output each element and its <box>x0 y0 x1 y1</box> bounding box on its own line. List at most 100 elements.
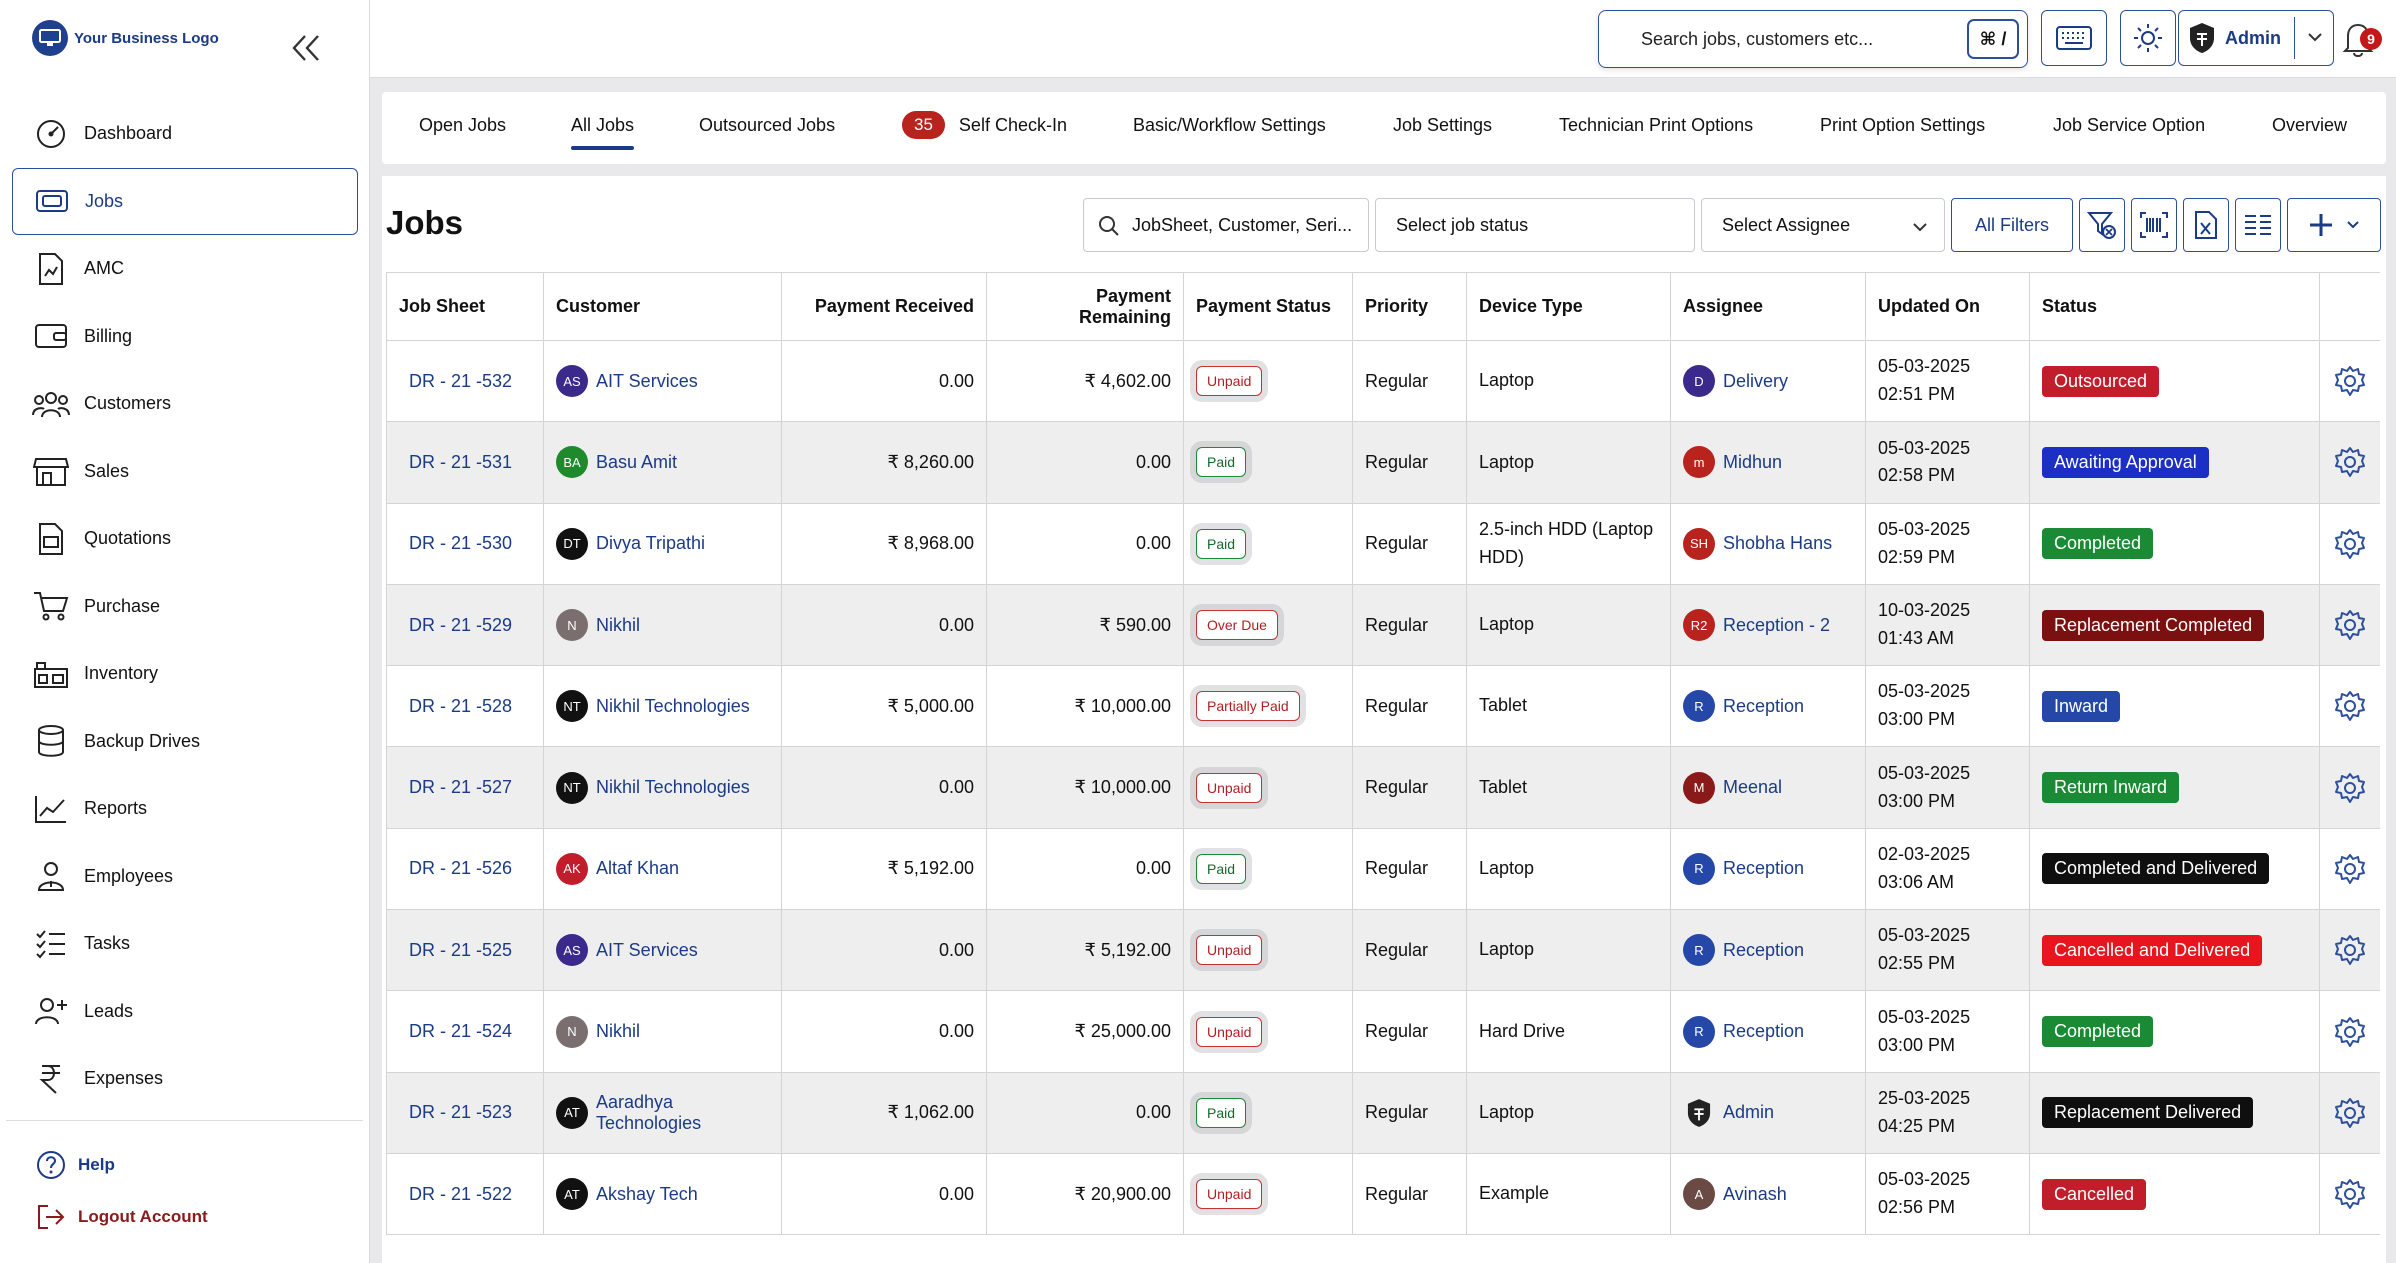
table-row[interactable]: DR - 21 -525 AS AIT Services 0.00 ₹ 5,192… <box>386 909 2380 992</box>
customer-link[interactable]: Altaf Khan <box>596 858 679 879</box>
assignee-link[interactable]: Admin <box>1723 1102 1774 1123</box>
column-toggle-button[interactable] <box>2235 198 2281 252</box>
table-row[interactable]: DR - 21 -531 BA Basu Amit ₹ 8,260.00 0.00… <box>386 421 2380 504</box>
customer-link[interactable]: Nikhil Technologies <box>596 777 750 798</box>
job-sheet-link[interactable]: DR - 21 -525 <box>399 940 512 960</box>
sidebar-item-quotations[interactable]: Quotations <box>0 505 370 573</box>
tab-job-settings[interactable]: Job Settings <box>1393 92 1492 158</box>
notifications-button[interactable]: 9 <box>2340 20 2382 60</box>
sidebar-item-reports[interactable]: Reports <box>0 775 370 843</box>
job-sheet-link[interactable]: DR - 21 -526 <box>399 858 512 878</box>
table-row[interactable]: DR - 21 -527 NT Nikhil Technologies 0.00 … <box>386 746 2380 829</box>
row-settings-button[interactable] <box>2332 853 2368 885</box>
job-status-badge[interactable]: Return Inward <box>2042 772 2180 804</box>
assignee-link[interactable]: Delivery <box>1723 371 1788 392</box>
payment-status-badge[interactable]: Unpaid <box>1196 1016 1263 1047</box>
global-search-input[interactable]: Search jobs, customers etc... ⌘ / <box>1598 10 2028 68</box>
payment-status-badge[interactable]: Unpaid <box>1196 935 1263 966</box>
payment-status-badge[interactable]: Partially Paid <box>1196 691 1300 722</box>
sidebar-item-billing[interactable]: Billing <box>0 303 370 371</box>
payment-status-badge[interactable]: Paid <box>1196 853 1247 884</box>
assignee-link[interactable]: Reception <box>1723 940 1804 961</box>
tab-self-check-in[interactable]: 35 Self Check-In <box>902 92 1067 158</box>
sidebar-item-purchase[interactable]: Purchase <box>0 573 370 641</box>
row-settings-button[interactable] <box>2332 690 2368 722</box>
sidebar-item-jobs[interactable]: Jobs <box>12 167 358 235</box>
assignee-link[interactable]: Reception - 2 <box>1723 615 1830 636</box>
table-row[interactable]: DR - 21 -526 AK Altaf Khan ₹ 5,192.00 0.0… <box>386 827 2380 911</box>
job-sheet-link[interactable]: DR - 21 -531 <box>399 452 512 472</box>
keyboard-button[interactable] <box>2041 10 2107 66</box>
customer-link[interactable]: Nikhil Technologies <box>596 696 750 717</box>
job-status-badge[interactable]: Completed <box>2042 1016 2154 1048</box>
customer-link[interactable]: Nikhil <box>596 615 640 636</box>
customer-link[interactable]: Divya Tripathi <box>596 533 705 554</box>
row-settings-button[interactable] <box>2332 934 2368 966</box>
sidebar-item-leads[interactable]: Leads <box>0 978 370 1046</box>
payment-status-badge[interactable]: Paid <box>1196 528 1247 559</box>
payment-status-badge[interactable]: Unpaid <box>1196 1179 1263 1210</box>
table-row[interactable]: DR - 21 -522 AT Akshay Tech 0.00 ₹ 20,900… <box>386 1152 2380 1236</box>
row-settings-button[interactable] <box>2332 609 2368 641</box>
assignee-link[interactable]: Reception <box>1723 858 1804 879</box>
row-settings-button[interactable] <box>2332 1178 2368 1210</box>
sidebar-item-sales[interactable]: Sales <box>0 438 370 506</box>
assignee-link[interactable]: Meenal <box>1723 777 1782 798</box>
job-status-badge[interactable]: Cancelled and Delivered <box>2042 934 2263 966</box>
sidebar-item-backup-drives[interactable]: Backup Drives <box>0 708 370 776</box>
admin-menu-button[interactable]: Admin <box>2178 10 2334 66</box>
job-sheet-link[interactable]: DR - 21 -522 <box>399 1184 512 1204</box>
table-row[interactable]: DR - 21 -532 AS AIT Services 0.00 ₹ 4,602… <box>386 339 2380 423</box>
col-header-device-type[interactable]: Device Type <box>1466 272 1671 341</box>
tab-outsourced-jobs[interactable]: Outsourced Jobs <box>699 92 835 158</box>
add-job-button[interactable] <box>2287 198 2381 252</box>
job-sheet-link[interactable]: DR - 21 -524 <box>399 1021 512 1041</box>
clear-filter-button[interactable] <box>2079 198 2125 252</box>
business-logo[interactable]: Your Business Logo <box>32 20 219 56</box>
payment-status-badge[interactable]: Over Due <box>1196 610 1278 641</box>
row-settings-button[interactable] <box>2332 1097 2368 1129</box>
theme-toggle-button[interactable] <box>2120 10 2176 66</box>
sidebar-item-tasks[interactable]: Tasks <box>0 910 370 978</box>
col-header-updated-on[interactable]: Updated On <box>1865 272 2030 341</box>
all-filters-button[interactable]: All Filters <box>1951 198 2073 252</box>
tab-basic-workflow-settings[interactable]: Basic/Workflow Settings <box>1133 92 1326 158</box>
job-status-badge[interactable]: Cancelled <box>2042 1178 2147 1210</box>
customer-link[interactable]: Nikhil <box>596 1021 640 1042</box>
col-header-payment-remaining[interactable]: Payment Remaining <box>986 272 1184 341</box>
tab-technician-print-options[interactable]: Technician Print Options <box>1559 92 1753 158</box>
job-sheet-link[interactable]: DR - 21 -528 <box>399 696 512 716</box>
sidebar-item-customers[interactable]: Customers <box>0 370 370 438</box>
assignee-link[interactable]: Avinash <box>1723 1184 1787 1205</box>
jobs-search-input[interactable]: JobSheet, Customer, Seri... <box>1083 198 1369 252</box>
job-status-badge[interactable]: Replacement Completed <box>2042 609 2265 641</box>
customer-link[interactable]: AIT Services <box>596 940 698 961</box>
assignee-link[interactable]: Midhun <box>1723 452 1782 473</box>
job-status-select[interactable]: Select job status <box>1375 198 1695 252</box>
assignee-link[interactable]: Reception <box>1723 1021 1804 1042</box>
table-row[interactable]: DR - 21 -530 DT Divya Tripathi ₹ 8,968.00… <box>386 502 2380 585</box>
customer-link[interactable]: AIT Services <box>596 371 698 392</box>
customer-link[interactable]: Akshay Tech <box>596 1184 698 1205</box>
job-status-badge[interactable]: Completed and Delivered <box>2042 853 2270 885</box>
job-sheet-link[interactable]: DR - 21 -529 <box>399 615 512 635</box>
logout-link[interactable]: Logout Account <box>36 1203 208 1231</box>
row-settings-button[interactable] <box>2332 528 2368 560</box>
assignee-select[interactable]: Select Assignee <box>1701 198 1945 252</box>
row-settings-button[interactable] <box>2332 446 2368 478</box>
col-header-job-sheet[interactable]: Job Sheet <box>386 272 544 341</box>
collapse-sidebar-button[interactable] <box>286 28 326 68</box>
job-status-badge[interactable]: Replacement Delivered <box>2042 1097 2254 1129</box>
table-row[interactable]: DR - 21 -528 NT Nikhil Technologies ₹ 5,0… <box>386 665 2380 748</box>
job-status-badge[interactable]: Inward <box>2042 690 2121 722</box>
col-header-payment-received[interactable]: Payment Received <box>781 272 987 341</box>
col-header-priority[interactable]: Priority <box>1352 272 1467 341</box>
row-settings-button[interactable] <box>2332 365 2368 397</box>
assignee-link[interactable]: Reception <box>1723 696 1804 717</box>
job-status-badge[interactable]: Completed <box>2042 528 2154 560</box>
row-settings-button[interactable] <box>2332 1016 2368 1048</box>
sidebar-item-employees[interactable]: Employees <box>0 843 370 911</box>
job-status-badge[interactable]: Awaiting Approval <box>2042 446 2209 478</box>
col-header-customer[interactable]: Customer <box>543 272 782 341</box>
row-settings-button[interactable] <box>2332 772 2368 804</box>
